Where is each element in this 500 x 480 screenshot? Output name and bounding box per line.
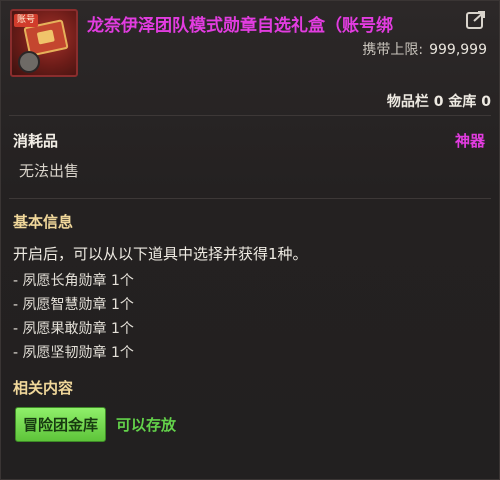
- trade-status: 无法出售: [19, 162, 80, 180]
- item-tooltip: 账号 龙奈伊泽团队模式勋章自选礼盒（账号绑 携带上限: 999,999 物品栏 0…: [0, 0, 500, 480]
- carry-limit-label: 携带上限:: [362, 42, 424, 58]
- carry-limit-value: 999,999: [429, 42, 487, 58]
- list-item: - 夙愿果敢勋章 1个: [13, 321, 134, 337]
- account-bound-tag: 账号: [14, 14, 39, 27]
- carry-limit: 携带上限: 999,999: [362, 39, 487, 59]
- storage-row: 冒险团金库 可以存放: [1, 407, 499, 442]
- rarity-label: 神器: [454, 132, 485, 150]
- share-icon[interactable]: [465, 9, 487, 31]
- basic-info-title: 基本信息: [13, 213, 74, 231]
- inventory-counts: 物品栏 0 金库 0: [386, 94, 491, 110]
- item-type: 消耗品: [13, 132, 59, 150]
- list-item: - 夙愿坚韧勋章 1个: [13, 345, 134, 361]
- tooltip-header: 账号 龙奈伊泽团队模式勋章自选礼盒（账号绑 携带上限: 999,999 物品栏 0…: [1, 1, 499, 115]
- item-title: 龙奈伊泽团队模式勋章自选礼盒（账号绑: [87, 16, 393, 36]
- reward-list: - 夙愿长角勋章 1个 - 夙愿智慧勋章 1个 - 夙愿果敢勋章 1个 - 夙愿…: [1, 269, 499, 365]
- related-content-title: 相关内容: [13, 379, 74, 397]
- basic-info-description: 开启后，可以从以下道具中选择并获得1种。: [13, 245, 308, 263]
- storage-status: 可以存放: [116, 416, 177, 434]
- type-row: 消耗品 神器: [1, 130, 499, 158]
- icon-coin-shape: [18, 51, 40, 73]
- section-divider: [9, 198, 491, 199]
- gift-box-icon: 账号: [10, 9, 78, 77]
- adventure-vault-button[interactable]: 冒险团金库: [15, 407, 107, 442]
- list-item: - 夙愿长角勋章 1个: [13, 273, 134, 289]
- header-divider: [9, 115, 491, 116]
- list-item: - 夙愿智慧勋章 1个: [13, 297, 134, 313]
